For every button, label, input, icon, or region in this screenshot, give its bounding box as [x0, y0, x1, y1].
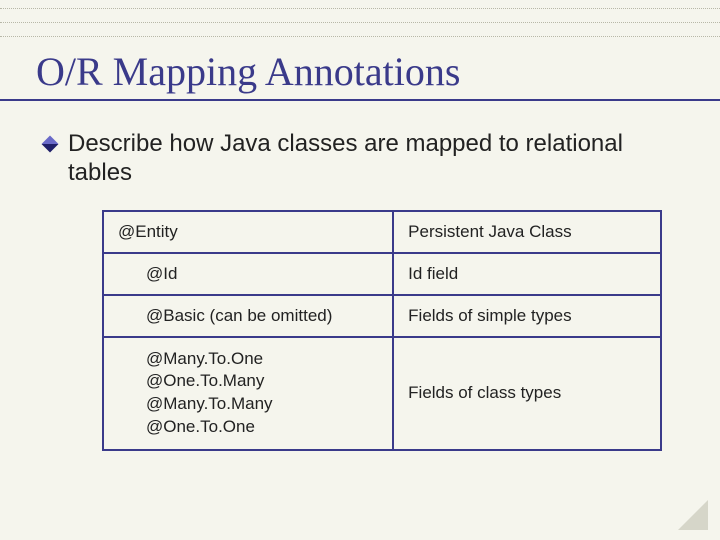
table-row: @Entity Persistent Java Class — [103, 211, 661, 253]
cell-description: Fields of class types — [393, 337, 661, 451]
cell-description: Fields of simple types — [393, 295, 661, 337]
title-rule — [0, 99, 720, 101]
table-row: @Many.To.One@One.To.Many@Many.To.Many@On… — [103, 337, 661, 451]
cell-description: Id field — [393, 253, 661, 295]
multi-annotation: @Many.To.One@One.To.Many@Many.To.Many@On… — [118, 348, 378, 440]
cell-description: Persistent Java Class — [393, 211, 661, 253]
bullet-text: Describe how Java classes are mapped to … — [68, 129, 684, 188]
cell-annotation: @Many.To.One@One.To.Many@Many.To.Many@On… — [103, 337, 393, 451]
cell-annotation: @Basic (can be omitted) — [103, 295, 393, 337]
bullet-item: Describe how Java classes are mapped to … — [44, 129, 684, 188]
slide: O/R Mapping Annotations Describe how Jav… — [0, 0, 720, 540]
annotation-table: @Entity Persistent Java Class @Id Id fie… — [102, 210, 662, 452]
cell-annotation: @Id — [103, 253, 393, 295]
table-row: @Id Id field — [103, 253, 661, 295]
table-row: @Basic (can be omitted) Fields of simple… — [103, 295, 661, 337]
slide-title: O/R Mapping Annotations — [36, 48, 684, 95]
page-curl-icon — [678, 500, 708, 530]
cell-annotation: @Entity — [103, 211, 393, 253]
diamond-bullet-icon — [42, 136, 59, 153]
